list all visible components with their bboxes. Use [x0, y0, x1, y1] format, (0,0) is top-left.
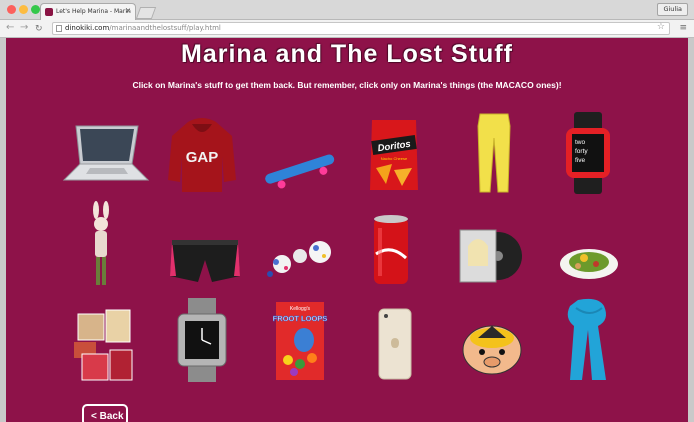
item-yellow-jeans[interactable] [474, 112, 514, 194]
game-page: Marina and The Lost Stuff Click on Marin… [6, 38, 688, 422]
pebble-time-line-1: two [575, 139, 586, 146]
arrow-left-icon[interactable]: ← [6, 22, 14, 34]
item-skateboard[interactable] [260, 150, 340, 190]
item-piggy-bank[interactable] [460, 318, 524, 378]
zoom-window-button[interactable] [31, 5, 40, 14]
froot-loops-logo: FROOT LOOPS [273, 314, 328, 323]
item-salad[interactable] [558, 240, 620, 282]
hamburger-icon[interactable]: ≡ [679, 23, 687, 33]
froot-loops-brand: Kellogg's [290, 306, 311, 312]
reload-icon[interactable]: ↻ [35, 23, 43, 35]
hoodie-logo: GAP [186, 149, 219, 166]
item-hoodie[interactable]: GAP [166, 116, 238, 194]
item-pebble-watch[interactable]: two forty five [564, 112, 612, 194]
item-froot-loops[interactable]: Kellogg's FROOT LOOPS [272, 300, 328, 382]
minimize-window-button[interactable] [19, 5, 28, 14]
item-laptop[interactable] [62, 124, 150, 184]
item-album[interactable] [458, 226, 524, 286]
tab-title: Let's Help Marina - Marin [56, 8, 131, 15]
browser-toolbar: ← → ↻ dinokiki.com/marinaandthelostsuff/… [0, 20, 694, 38]
close-window-button[interactable] [7, 5, 16, 14]
doritos-flavor: Nacho Cheese [381, 156, 408, 161]
browser-titlebar: Let's Help Marina - Marin ✕ Giulia [0, 0, 694, 20]
url-host: dinokiki.com [65, 24, 110, 32]
url-path: /marinaandthelostsuff/play.html [109, 24, 221, 32]
item-steel-watch[interactable] [176, 298, 228, 382]
browser-tab[interactable]: Let's Help Marina - Marin ✕ [40, 3, 136, 20]
item-blue-scarf[interactable] [558, 296, 620, 382]
new-tab-button[interactable] [135, 7, 157, 19]
item-running-shorts[interactable] [168, 236, 242, 286]
arrow-right-icon[interactable]: → [20, 22, 28, 34]
instructions-text: Click on Marina's stuff to get them back… [132, 80, 562, 90]
item-doritos[interactable]: Doritos Nacho Cheese [368, 118, 420, 192]
page-icon [56, 25, 62, 32]
profile-button[interactable]: Giulia [657, 3, 688, 16]
back-button[interactable]: < Back [82, 404, 128, 422]
item-photo-collage[interactable] [72, 306, 136, 382]
star-icon[interactable]: ☆ [657, 22, 665, 33]
item-coca-cola-can[interactable] [372, 214, 410, 288]
favicon-icon [45, 8, 53, 16]
item-candies[interactable] [264, 236, 342, 280]
tab-close-icon[interactable]: ✕ [125, 7, 131, 15]
item-iphone[interactable] [378, 308, 412, 380]
address-bar[interactable]: dinokiki.com/marinaandthelostsuff/play.h… [52, 22, 670, 35]
pebble-time-line-3: five [575, 157, 586, 164]
pebble-time-line-2: forty [575, 148, 588, 155]
page-title: Marina and The Lost Stuff [181, 40, 513, 68]
item-bunny-figure[interactable] [86, 201, 116, 288]
